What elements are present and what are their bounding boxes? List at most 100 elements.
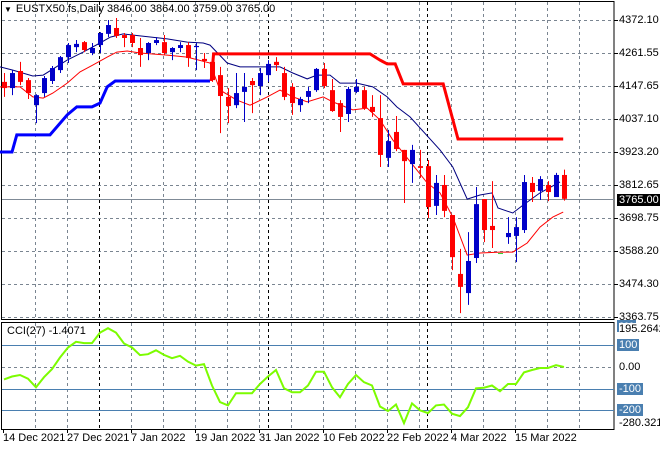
candle-body bbox=[282, 73, 287, 97]
date-axis-label: 10 Feb 2022 bbox=[323, 432, 385, 444]
candle-body bbox=[466, 260, 471, 294]
candle-body bbox=[506, 232, 511, 238]
open-value: 3846.00 bbox=[107, 3, 147, 15]
candle-body bbox=[74, 43, 79, 48]
candle-body bbox=[498, 253, 503, 255]
candle-body bbox=[314, 68, 319, 91]
candle-body bbox=[106, 25, 111, 34]
ma-fast-line bbox=[0, 33, 561, 214]
cci-name: CCI(27) bbox=[7, 325, 46, 337]
price-axis-label: 4261.55 bbox=[619, 46, 659, 59]
date-axis-label: 15 Mar 2022 bbox=[515, 432, 577, 444]
candle-body bbox=[338, 103, 343, 117]
candle-body bbox=[58, 57, 63, 71]
candle-body bbox=[154, 40, 159, 44]
price-axis-label: 3588.20 bbox=[619, 244, 659, 257]
price-axis-label: 4147.65 bbox=[619, 79, 659, 92]
date-axis-label: 14 Dec 2021 bbox=[3, 432, 66, 444]
candle-body bbox=[26, 80, 31, 94]
stop-long-line bbox=[0, 79, 210, 154]
candle-body bbox=[242, 86, 247, 92]
cci-indicator-label: CCI(27) -1.4071 bbox=[7, 325, 86, 337]
candle-body bbox=[122, 35, 127, 38]
symbol-label: EUSTX50.fs,Daily bbox=[15, 3, 104, 15]
candle-body bbox=[34, 95, 39, 106]
cci-level-label: 100 bbox=[617, 339, 640, 351]
price-axis-label: 3474.30 bbox=[619, 277, 659, 290]
price-axis-label: 4372.10 bbox=[619, 13, 659, 26]
candle-body bbox=[402, 149, 407, 162]
candle-body bbox=[258, 73, 263, 87]
candle-body bbox=[194, 45, 199, 48]
date-axis-label: 7 Jan 2022 bbox=[131, 432, 186, 444]
candle-body bbox=[186, 45, 191, 59]
candle-body bbox=[306, 91, 311, 97]
candle-body bbox=[442, 184, 447, 211]
candle-body bbox=[474, 204, 479, 259]
chart-header: ▼ EUSTX50.fs,Daily 3846.00 3864.00 3759.0… bbox=[4, 3, 275, 15]
price-axis-label: 3812.65 bbox=[619, 178, 659, 191]
candle-body bbox=[514, 227, 519, 236]
candle-body bbox=[274, 61, 279, 66]
candle-body bbox=[530, 182, 535, 193]
candle-body bbox=[546, 184, 551, 193]
candle-body bbox=[178, 45, 183, 49]
date-axis-label: 19 Jan 2022 bbox=[195, 432, 256, 444]
dropdown-triangle-icon[interactable]: ▼ bbox=[4, 5, 12, 14]
candle-body bbox=[562, 174, 567, 199]
candle-body bbox=[226, 96, 231, 107]
candle-body bbox=[98, 32, 103, 46]
date-axis-label: 31 Jan 2022 bbox=[259, 432, 320, 444]
candle-body bbox=[42, 78, 47, 94]
candle-body bbox=[146, 43, 151, 54]
low-value: 3759.00 bbox=[192, 3, 233, 15]
cci-level-label: 0.00 bbox=[619, 361, 641, 373]
cci-level-label: -200 bbox=[617, 404, 644, 416]
date-axis-label: 4 Mar 2022 bbox=[451, 432, 507, 444]
candle-body bbox=[138, 48, 143, 56]
cci-line bbox=[3, 327, 565, 426]
candle-body bbox=[450, 215, 455, 258]
price-axis-label: 3923.20 bbox=[619, 145, 659, 158]
candle-body bbox=[490, 225, 495, 231]
price-axis-label: 4037.10 bbox=[619, 112, 659, 125]
candle-body bbox=[410, 149, 415, 165]
candle-body bbox=[18, 70, 23, 82]
candle-body bbox=[266, 63, 271, 76]
candle-body bbox=[354, 86, 359, 92]
candle-body bbox=[418, 166, 423, 168]
cci-level-label: -100 bbox=[617, 383, 644, 395]
cci-axis-max-label: 195.2642 bbox=[619, 323, 660, 335]
candle-body bbox=[170, 48, 175, 53]
date-axis-label: 27 Dec 2021 bbox=[67, 432, 130, 444]
candle-body bbox=[2, 81, 7, 89]
candle-body bbox=[66, 45, 71, 58]
candle-body bbox=[290, 86, 295, 104]
candle-body bbox=[346, 88, 351, 114]
candle-body bbox=[522, 182, 527, 231]
candle-body bbox=[90, 48, 95, 54]
candle-body bbox=[202, 58, 207, 61]
price-axis-label: 3698.75 bbox=[619, 211, 659, 224]
cci-axis-min-label: -280.3219 bbox=[619, 417, 660, 429]
candle-body bbox=[394, 131, 399, 150]
candle-body bbox=[114, 27, 119, 36]
candle-body bbox=[82, 42, 87, 51]
high-value: 3864.00 bbox=[149, 3, 190, 15]
current-price-label: 3765.00 bbox=[617, 193, 660, 206]
candle-body bbox=[378, 118, 383, 155]
candle-body bbox=[162, 42, 167, 54]
candle-body bbox=[218, 75, 223, 97]
candle-body bbox=[370, 106, 375, 112]
candle-body bbox=[434, 182, 439, 206]
candle-body bbox=[298, 98, 303, 106]
date-axis-label: 22 Feb 2022 bbox=[387, 432, 449, 444]
candle-body bbox=[234, 93, 239, 106]
candle-body bbox=[554, 174, 559, 198]
chart-canvas[interactable] bbox=[0, 0, 660, 450]
close-value: 3765.00 bbox=[235, 3, 276, 15]
candle-body bbox=[322, 68, 327, 87]
candle-body bbox=[426, 166, 431, 208]
candle-body bbox=[250, 81, 255, 86]
candle-body bbox=[458, 273, 463, 287]
